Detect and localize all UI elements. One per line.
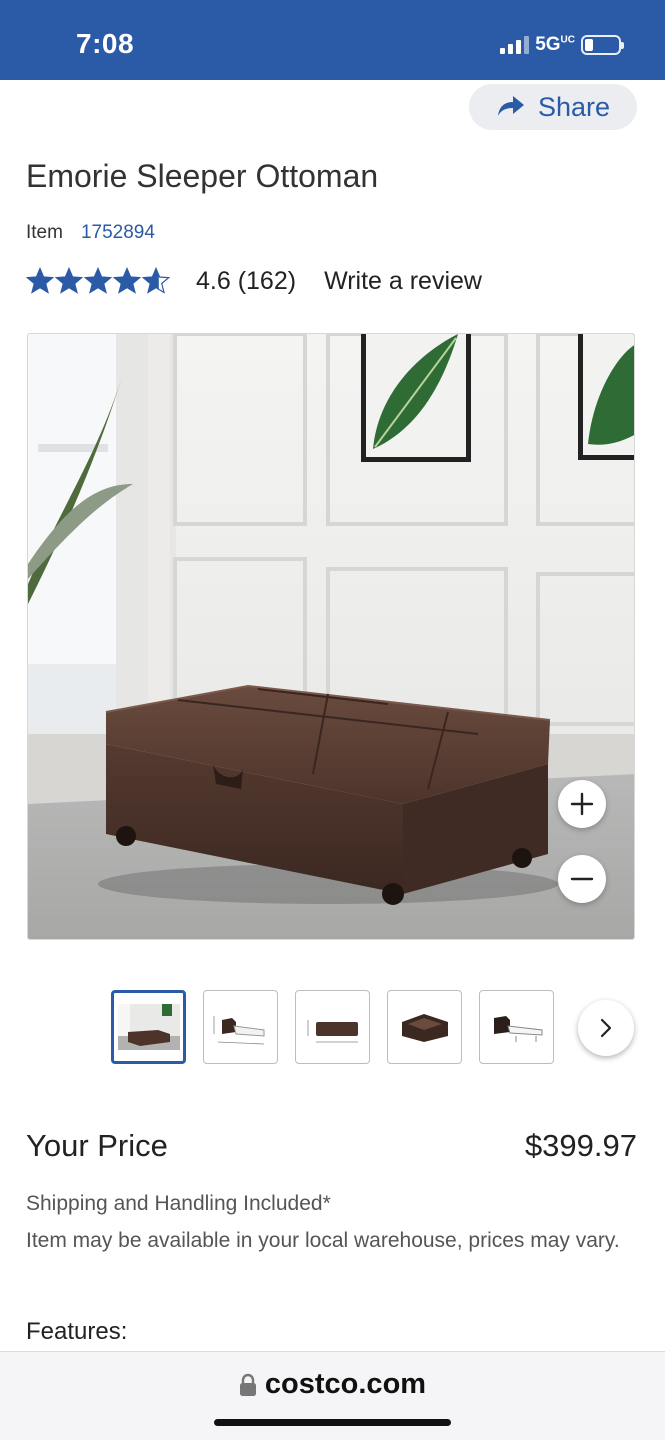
price-value: $399.97 [524, 1128, 637, 1163]
ottoman-closed-dimensions [301, 1004, 364, 1050]
zoom-in-button[interactable] [558, 780, 606, 828]
thumbnail-2[interactable] [203, 990, 278, 1064]
browser-url-bar[interactable]: costco.com [0, 1351, 665, 1440]
status-indicators: 5GUC [500, 32, 624, 58]
chevron-right-icon [600, 1018, 612, 1038]
url-display[interactable]: costco.com [0, 1368, 665, 1401]
star-icon [55, 267, 83, 294]
rating-row: 4.6 (162) Write a review [26, 262, 482, 300]
url-text: costco.com [264, 1368, 427, 1400]
ottoman-unfolded-bed [485, 1004, 548, 1050]
thumbnail-1[interactable] [111, 990, 186, 1064]
zoom-out-button[interactable] [558, 855, 606, 903]
brown-leather-sleeper-ottoman-photo [28, 334, 634, 939]
signal-strength-icon [500, 36, 530, 54]
star-icon [142, 267, 170, 294]
status-time: 7:08 [76, 28, 135, 59]
availability-note: Item may be available in your local ware… [26, 1229, 620, 1252]
thumbnail-strip [111, 990, 554, 1064]
share-label: Share [537, 91, 611, 122]
star-icon [84, 267, 112, 294]
item-number-row: Item 1752894 [26, 222, 155, 244]
plus-icon [570, 792, 594, 816]
features-heading: Features: [26, 1318, 128, 1345]
star-icon [26, 267, 54, 294]
next-thumbnails-button[interactable] [578, 1000, 634, 1056]
star-icon [113, 267, 141, 294]
thumbnail-4[interactable] [387, 990, 462, 1064]
home-indicator [214, 1419, 451, 1426]
star-rating[interactable] [26, 267, 176, 295]
product-main-image[interactable] [27, 333, 635, 940]
network-type: 5GUC [535, 34, 575, 55]
share-button[interactable]: Share [469, 84, 637, 130]
minus-icon [570, 877, 594, 881]
ottoman-open-storage [393, 1004, 456, 1050]
item-label: Item [26, 222, 63, 243]
share-arrow-icon [497, 96, 524, 116]
rating-value[interactable]: 4.6 (162) [196, 267, 296, 296]
ottoman-bed-dimensions [209, 1004, 272, 1050]
write-review-link[interactable]: Write a review [324, 267, 482, 296]
thumbnail-3[interactable] [295, 990, 370, 1064]
thumbnail-5[interactable] [479, 990, 554, 1064]
item-number: 1752894 [80, 222, 155, 243]
status-bar: 7:08 5GUC [0, 0, 665, 80]
shipping-note: Shipping and Handling Included* [26, 1192, 331, 1215]
ottoman-room-photo [117, 1004, 180, 1050]
lock-icon [239, 1373, 256, 1396]
price-label: Your Price [26, 1128, 168, 1163]
battery-icon [581, 35, 624, 55]
product-title: Emorie Sleeper Ottoman [26, 158, 379, 194]
